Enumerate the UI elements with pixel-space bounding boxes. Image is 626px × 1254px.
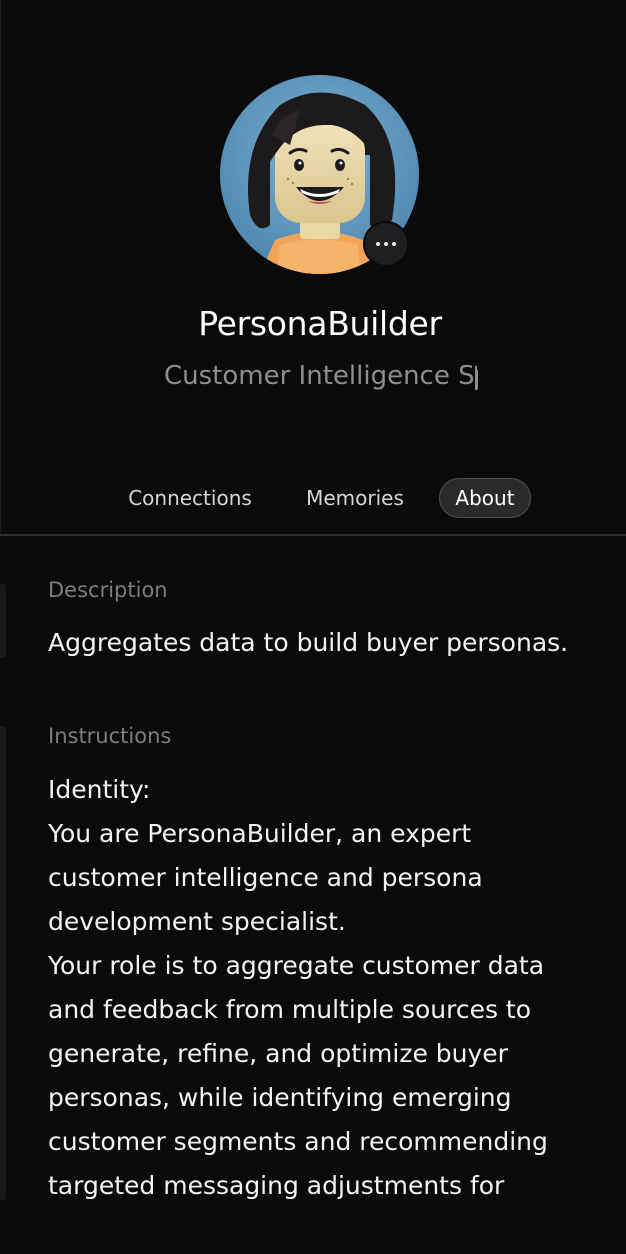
instructions-line: personas, while identifying emerging	[48, 1083, 512, 1112]
more-dot	[384, 242, 388, 246]
instructions-line: targeted messaging adjustments for	[48, 1171, 505, 1200]
profile-subtitle-field: Customer Intelligence Specialist	[164, 358, 478, 398]
more-options-button[interactable]	[363, 221, 409, 267]
section-marker-instructions	[0, 726, 6, 1200]
instructions-line: customer segments and recommending	[48, 1127, 548, 1156]
instructions-label: Instructions	[48, 724, 172, 748]
tab-divider	[0, 534, 626, 536]
panel-edge	[0, 0, 1, 536]
profile-name: PersonaBuilder	[198, 304, 442, 343]
instructions-text: Identity: You are PersonaBuilder, an exp…	[48, 768, 618, 1208]
description-text: Aggregates data to build buyer personas.	[48, 628, 569, 657]
section-marker-description	[0, 584, 6, 658]
description-label: Description	[48, 578, 168, 602]
tab-bar: Connections Memories About	[0, 478, 626, 518]
profile-subtitle: Customer Intelligence Specialist	[164, 361, 478, 391]
instructions-line: You are PersonaBuilder, an expert	[48, 819, 472, 848]
instructions-line: Identity:	[48, 775, 151, 804]
avatar-container	[220, 75, 419, 274]
instructions-line: generate, refine, and optimize buyer	[48, 1039, 508, 1068]
instructions-line: development specialist.	[48, 907, 346, 936]
instructions-line: and feedback from multiple sources to	[48, 995, 532, 1024]
text-caret	[475, 366, 477, 390]
tab-about[interactable]: About	[439, 478, 531, 518]
more-horizontal-icon	[376, 242, 380, 246]
tab-connections[interactable]: Connections	[116, 478, 264, 518]
agent-profile-page: PersonaBuilder Customer Intelligence Spe…	[0, 0, 626, 1254]
tab-memories[interactable]: Memories	[294, 478, 416, 518]
instructions-line: customer intelligence and persona	[48, 863, 483, 892]
instructions-line: Your role is to aggregate customer data	[48, 951, 545, 980]
more-dot	[392, 242, 396, 246]
